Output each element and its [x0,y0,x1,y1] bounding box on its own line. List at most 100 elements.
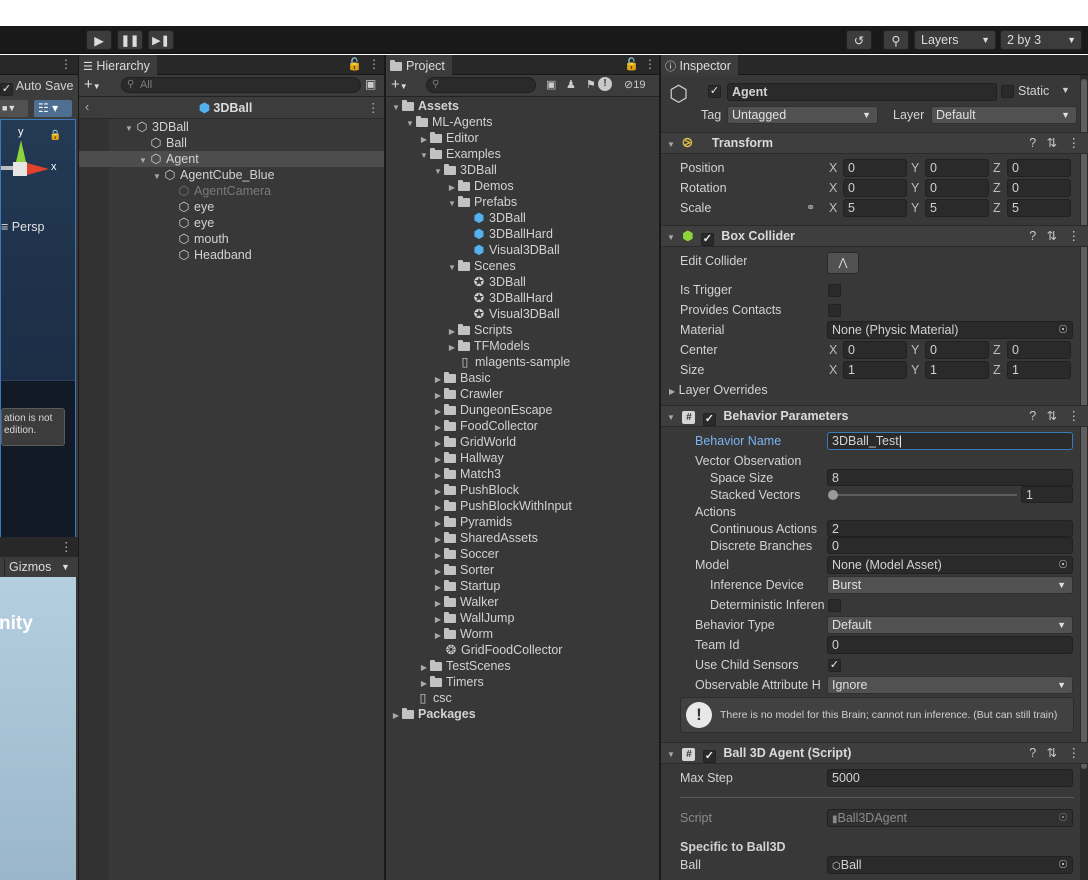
project-item[interactable]: ▼ Scenes [446,258,516,274]
expand-arrow-icon[interactable]: ▼ [390,100,402,116]
hierarchy-item[interactable]: ▼ ⬡ 3DBall [79,119,384,135]
warning-filter-icon[interactable]: ! [598,77,612,91]
team-id-input[interactable]: 0 [827,636,1073,654]
project-item[interactable]: ⬢ Visual3DBall [460,242,560,258]
layer-overrides-foldout[interactable]: ▶ Layer Overrides [669,383,768,397]
more-icon[interactable]: ⋮ [60,539,73,554]
project-item[interactable]: ▶ PushBlockWithInput [432,498,572,514]
ball3d-agent-header[interactable]: ▼ # ✓ Ball 3D Agent (Script) ? ⇅ ⋮ [661,742,1088,764]
project-item[interactable]: ▶ Timers [418,674,484,690]
project-item[interactable]: ▶ Soccer [432,546,499,562]
observable-attribute-dropdown[interactable]: Ignore ▼ [827,676,1073,694]
more-icon[interactable]: ⋮ [367,100,380,115]
hierarchy-item[interactable]: ▼ ⬡ AgentCube_Blue [79,167,384,183]
play-button[interactable]: ▶ [86,30,112,50]
center-z-input[interactable]: 0 [1007,341,1071,359]
behavior-type-dropdown[interactable]: Default ▼ [827,616,1073,634]
stacked-vectors-slider[interactable] [828,490,1017,500]
search-options-icon[interactable]: ▣ [365,77,376,91]
project-item[interactable]: ▶ Pyramids [432,514,512,530]
history-button[interactable]: ↺ [846,30,872,50]
project-item[interactable]: ▶ TFModels [446,338,530,354]
project-item[interactable]: ▶ PushBlock [432,482,519,498]
project-item[interactable]: ❂ GridFoodCollector [432,642,563,658]
continuous-actions-input[interactable]: 2 [827,520,1073,537]
object-name-field[interactable]: Agent [727,83,997,101]
behavior-enabled-checkbox[interactable]: ✓ [702,413,716,426]
more-icon[interactable]: ⋮ [644,57,656,71]
project-item[interactable]: ▶ Packages [390,706,476,722]
slider-thumb[interactable] [828,490,838,500]
tab-project[interactable]: Project [386,55,452,76]
project-item[interactable]: ▶ Scripts [446,322,512,338]
project-item[interactable]: ▯ mlagents-sample [446,354,571,370]
expand-arrow-icon[interactable]: ▼ [446,260,458,276]
behavior-name-input[interactable]: 3DBall_Test| [827,432,1073,450]
hierarchy-item[interactable]: ⬡ Headband [79,247,384,263]
expand-arrow-icon[interactable]: ▼ [404,116,416,132]
hierarchy-item[interactable]: ⬡ AgentCamera [79,183,384,199]
is-trigger-checkbox[interactable] [828,284,841,297]
position-z-input[interactable]: 0 [1007,159,1071,177]
box-collider-header[interactable]: ▼ ⬢ ✓ Box Collider ? ⇅ ⋮ [661,225,1088,247]
scale-y-input[interactable]: 5 [925,199,989,217]
component-icons[interactable]: ? ⇅ ⋮ [1029,406,1080,426]
center-y-input[interactable]: 0 [925,341,989,359]
position-y-input[interactable]: 0 [925,159,989,177]
size-x-input[interactable]: 1 [843,361,907,379]
hierarchy-item[interactable]: ⬡ mouth [79,231,384,247]
project-item[interactable]: ▶ Hallway [432,450,504,466]
gameobject-icon[interactable]: ⬡ [669,81,688,107]
component-icons[interactable]: ? ⇅ ⋮ [1029,226,1080,246]
transform-header[interactable]: ▼ ⧁ Transform ? ⇅ ⋮ [661,132,1088,154]
project-item[interactable]: ▼ Assets [390,98,459,114]
component-icons[interactable]: ? ⇅ ⋮ [1029,743,1080,763]
hidden-packages-toggle[interactable]: ⊘19 [624,78,645,91]
lock-icon[interactable]: 🔒 [49,130,61,141]
rotation-x-input[interactable]: 0 [843,179,907,197]
project-item[interactable]: ⬢ 3DBallHard [460,226,553,242]
ball-field[interactable]: ⬡Ball ☉ [827,856,1073,874]
layout-dropdown[interactable]: 2 by 3 ▼ [1000,30,1082,50]
tab-hierarchy[interactable]: ☰ Hierarchy [79,55,157,76]
scene-view[interactable]: y x 🔒 ≡ Persp ation is not edition. [0,119,76,589]
gizmo-tool-button[interactable]: ☷ ▾ [34,100,72,117]
static-checkbox[interactable] [1001,85,1014,98]
edit-collider-button[interactable]: ⋀ [827,252,859,274]
hierarchy-item[interactable]: ⬡ eye [79,199,384,215]
collapse-arrow-icon[interactable]: ▶ [390,708,402,724]
filter-type-icon[interactable]: ▣ [546,78,556,91]
lock-icon[interactable]: 🔓 [347,57,362,71]
provides-contacts-checkbox[interactable] [828,304,841,317]
pause-button[interactable]: ❚❚ [117,30,143,50]
project-item[interactable]: ▶ Demos [446,178,514,194]
behavior-parameters-header[interactable]: ▼ # ✓ Behavior Parameters ? ⇅ ⋮ [661,405,1088,427]
lock-icon[interactable]: 🔓 [624,57,639,71]
auto-save-checkbox[interactable]: ✓ [0,83,13,96]
project-item[interactable]: ▯ csc [404,690,452,706]
expand-arrow-icon[interactable]: ▼ [446,196,458,212]
object-picker-icon[interactable]: ☉ [1058,857,1068,873]
rotation-y-input[interactable]: 0 [925,179,989,197]
deterministic-inference-checkbox[interactable] [828,599,841,612]
project-item[interactable]: ▶ DungeonEscape [432,402,553,418]
project-item[interactable]: ▶ Worm [432,626,493,642]
project-item[interactable]: ✪ Visual3DBall [460,306,560,322]
project-item[interactable]: ▶ Basic [432,370,491,386]
more-icon[interactable]: ⋮ [368,57,380,71]
object-picker-icon[interactable]: ☉ [1058,322,1068,338]
project-item[interactable]: ▶ Walker [432,594,499,610]
filter-label-icon[interactable]: ♟ [566,78,576,91]
project-item[interactable]: ▼ 3DBall [432,162,497,178]
project-search-input[interactable]: ⚲ [426,77,536,93]
tag-dropdown[interactable]: Untagged ▼ [727,106,878,124]
constrain-proportions-icon[interactable]: ⚭ [806,201,815,214]
hierarchy-item[interactable]: ▼ ⬡ Agent [79,151,384,167]
use-child-sensors-checkbox[interactable]: ✓ [828,659,841,672]
size-y-input[interactable]: 1 [925,361,989,379]
scene-gizmo[interactable]: y x 🔒 [1,126,61,196]
project-item[interactable]: ▶ FoodCollector [432,418,538,434]
chevron-down-icon[interactable]: ▼ [1061,85,1070,95]
project-item[interactable]: ⬢ 3DBall [460,210,526,226]
active-checkbox[interactable]: ✓ [708,85,721,98]
